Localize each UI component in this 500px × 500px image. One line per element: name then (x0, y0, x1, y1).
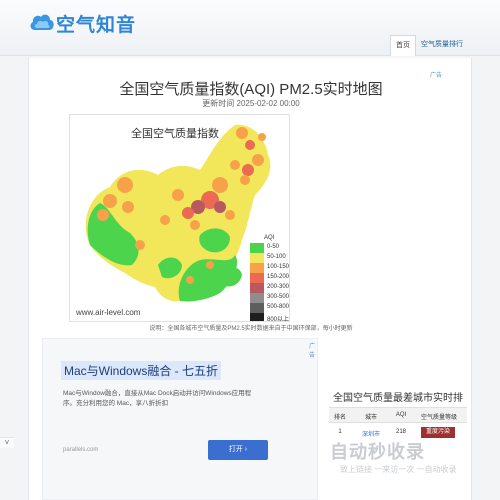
legend-item: 50-100 (250, 253, 289, 263)
legend-label: 100-150 (267, 264, 290, 270)
update-time: 更新时间 2025-02-02 00:00 (202, 99, 300, 108)
row-city-link[interactable]: 深圳市 (355, 429, 387, 438)
watermark-subtitle: 致上链接 一来访一次 一自动收录 (340, 465, 457, 474)
ad-open-button[interactable]: 打开 › (208, 440, 268, 460)
legend-label: 800以上 (267, 317, 290, 322)
legend-label: 200-300 (267, 284, 290, 290)
legend-swatch (250, 293, 264, 303)
watermark-overlay: 自动秒收录 致上链接 一来访一次 一自动收录 (300, 438, 490, 478)
map-title: 全国空气质量指数 (131, 128, 219, 140)
col-aqi: AQI (395, 412, 407, 418)
legend-label: 0-50 (267, 244, 280, 250)
legend-swatch (250, 253, 264, 263)
legend-item: 200-300 (250, 283, 290, 293)
site-logo[interactable]: 空气知音 (28, 8, 138, 36)
ad-description: Mac与Window融合，直接从Mac Dock启动并访问Windows应用程序… (63, 390, 252, 407)
logo-text: 空气知音 (56, 15, 137, 36)
ad-banner[interactable]: 广告 Mac与Windows融合 - 七五折 Mac与Window融合，直接从M… (42, 338, 318, 500)
legend-label: 300-500 (267, 294, 290, 300)
ad-headline[interactable]: Mac与Windows融合 - 七五折 (61, 361, 222, 380)
legend-label: 50-100 (267, 254, 286, 260)
legend-swatch (250, 273, 264, 283)
legend-item: 100-150 (250, 263, 290, 273)
legend-item: 0-50 (250, 243, 289, 253)
main-panel: 广告 全国空气质量指数(AQI) PM2.5实时地图 更新时间 2025-02-… (28, 58, 472, 500)
row-level-badge: 重度污染 (421, 427, 455, 438)
aqi-map[interactable]: 全国空气质量指数 AQI 0-50 50-100 100-150 150-200… (69, 114, 290, 322)
legend-swatch (250, 283, 264, 293)
table-header: 排名 城市 AQI 空气质量等级 (329, 407, 467, 423)
site-header: 空气知音 首页 空气质量排行榜 (0, 0, 500, 68)
row-aqi: 218 (395, 429, 406, 435)
map-watermark-url: www.air-level.com (76, 308, 141, 317)
ad-label[interactable]: 广告 (309, 341, 317, 359)
legend-item: 800以上 (250, 313, 290, 322)
tab-air-quality-ranking[interactable]: 空气质量排行榜 (418, 35, 466, 68)
page-title: 全国空气质量指数(AQI) PM2.5实时地图 (119, 81, 383, 98)
tab-home[interactable]: 首页 (390, 35, 416, 56)
legend-swatch (250, 243, 264, 253)
legend-swatch (250, 263, 264, 273)
legend-item: 500-800 (250, 303, 290, 313)
legend-title: AQI (264, 235, 275, 241)
legend-swatch (250, 313, 264, 321)
collapse-toggle[interactable]: ˅ (0, 437, 14, 448)
legend-label: 500-800 (267, 304, 290, 310)
cloud-icon (30, 14, 54, 30)
col-rank: 排名 (333, 415, 346, 421)
legend-swatch (250, 303, 264, 313)
watermark-logo: 自动秒收录 (330, 442, 425, 462)
ad-domain: parallels.com (63, 447, 99, 453)
col-city: 城市 (364, 415, 377, 421)
legend-label: 150-200 (267, 274, 290, 280)
legend-item: 150-200 (250, 273, 290, 283)
row-rank: 1 (338, 429, 342, 435)
legend-item: 300-500 (250, 293, 290, 303)
map-caption: 说明：全国各城市空气质量及PM2.5实时数据来自于中国环保部，每小时更新 (149, 326, 353, 332)
col-level: 空气质量等级 (420, 415, 457, 421)
